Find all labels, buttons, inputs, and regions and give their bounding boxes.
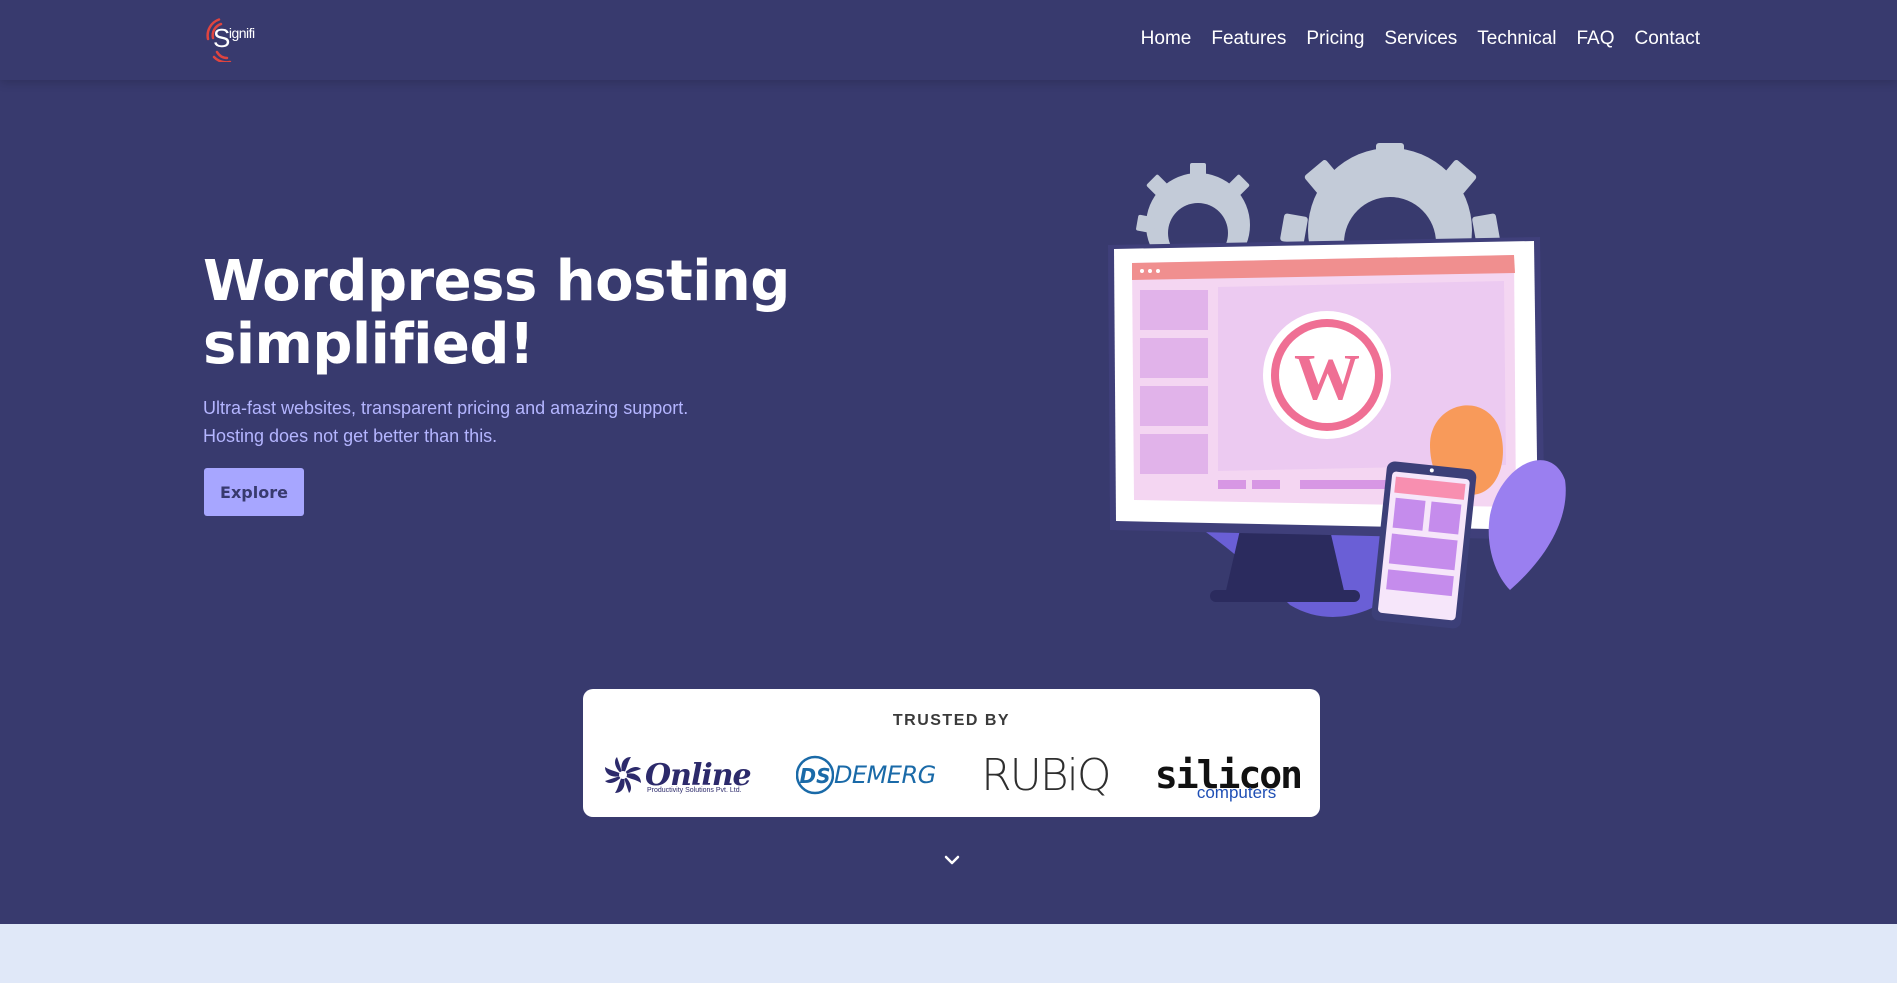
main-nav: Home Features Pricing Services Technical… — [1141, 28, 1700, 50]
nav-pricing[interactable]: Pricing — [1306, 28, 1364, 50]
client-logos: Online Productivity Solutions Pvt. Ltd. … — [601, 745, 1303, 805]
hero-subtitle-line1: Ultra-fast websites, transparent pricing… — [203, 398, 689, 418]
trusted-by-card: TRUSTED BY Online Productivity Solutions… — [583, 689, 1320, 817]
client-logo-online: Online Productivity Solutions Pvt. Ltd. — [601, 747, 752, 803]
chevron-down-icon — [944, 855, 960, 865]
nav-home[interactable]: Home — [1141, 28, 1192, 50]
nav-contact[interactable]: Contact — [1635, 28, 1700, 50]
scroll-down-button[interactable] — [940, 848, 964, 872]
trusted-by-label: TRUSTED BY — [892, 712, 1011, 729]
logo-link[interactable]: Signifi — [203, 18, 263, 62]
rubiq-wordmark: RUBiQ — [981, 749, 1111, 801]
navbar: Signifi Home Features Pricing Services T… — [0, 0, 1897, 80]
svg-text:W: W — [1294, 341, 1360, 414]
client-logo-rubiq: RUBiQ — [981, 747, 1111, 803]
hero-title-line1: Wordpress hosting — [203, 249, 790, 314]
wordpress-monitor-illustration: W — [1108, 143, 1566, 629]
hero-title-line2: simplified! — [203, 311, 535, 377]
hero-title: Wordpress hosting simplified! — [203, 249, 823, 377]
logo-text: Signifi — [213, 23, 255, 53]
silicon-subtitle: computers — [1196, 783, 1277, 802]
svg-text:DS: DS — [799, 764, 830, 788]
hero-subtitle-line2: Hosting does not get better than this. — [203, 426, 498, 446]
pinwheel-icon — [605, 757, 641, 793]
next-section — [0, 924, 1897, 983]
nav-technical[interactable]: Technical — [1477, 28, 1556, 50]
wordpress-logo-icon: W — [1263, 311, 1391, 439]
nav-features[interactable]: Features — [1211, 28, 1286, 50]
hero-subtitle: Ultra-fast websites, transparent pricing… — [203, 394, 763, 450]
demerg-wordmark: DEMERG — [833, 761, 936, 789]
online-tagline: Productivity Solutions Pvt. Ltd. — [647, 787, 742, 794]
ds-monogram-icon: DS — [795, 755, 834, 795]
nav-services[interactable]: Services — [1384, 28, 1457, 50]
client-logo-demerg: DS DEMERG — [795, 747, 936, 803]
explore-button[interactable]: Explore — [204, 468, 304, 516]
client-logo-silicon: silicon computers — [1155, 747, 1303, 803]
nav-faq[interactable]: FAQ — [1577, 28, 1615, 50]
